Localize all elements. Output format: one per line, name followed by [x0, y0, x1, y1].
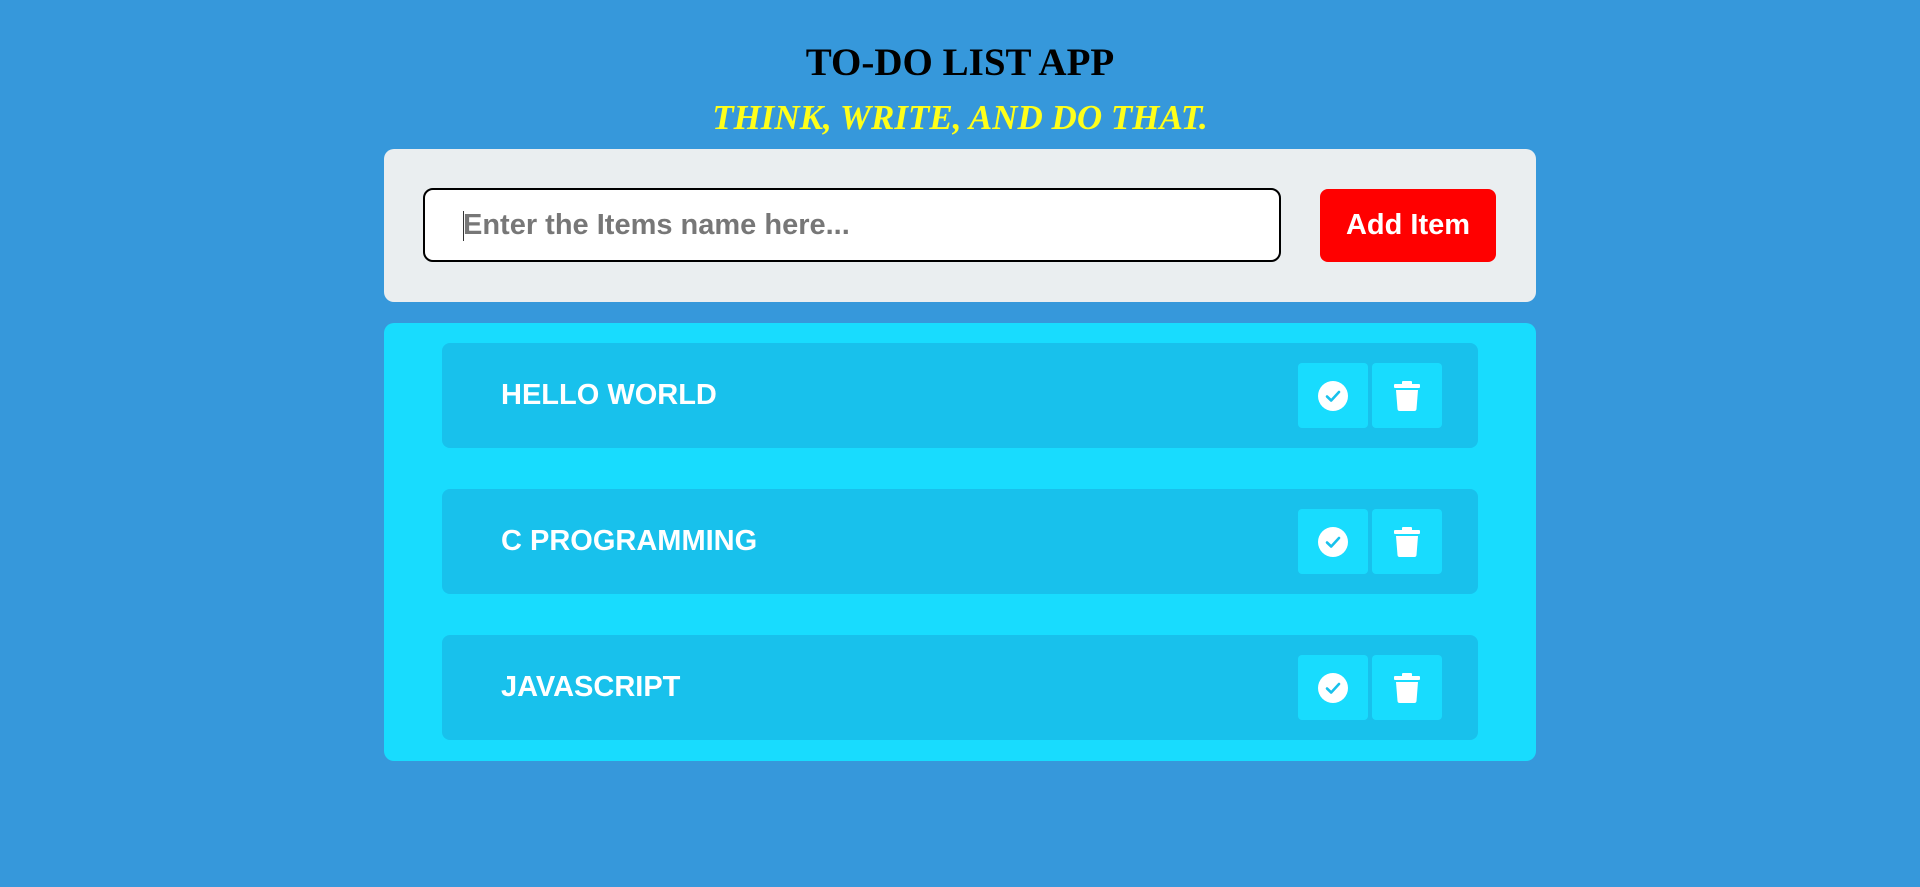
- trash-icon: [1394, 526, 1420, 557]
- delete-button[interactable]: [1372, 509, 1442, 574]
- complete-button[interactable]: [1298, 363, 1368, 428]
- app-title: TO-DO LIST APP: [805, 41, 1115, 84]
- todo-item-text: C PROGRAMMING: [501, 525, 758, 557]
- item-name-input[interactable]: [423, 188, 1281, 262]
- todo-item-text: HELLO WORLD: [501, 379, 717, 411]
- todo-item: HELLO WORLD: [442, 343, 1478, 448]
- input-card: Add Item: [384, 149, 1536, 302]
- todo-list: HELLO WORLD C PROGRAMMING JAVASCRIPT: [384, 323, 1536, 761]
- trash-icon: [1394, 380, 1420, 411]
- todo-item: JAVASCRIPT: [442, 635, 1478, 740]
- app-subtitle: THINK, WRITE, AND DO THAT.: [712, 98, 1208, 137]
- complete-button[interactable]: [1298, 655, 1368, 720]
- check-circle-icon: [1318, 672, 1348, 703]
- todo-item: C PROGRAMMING: [442, 489, 1478, 594]
- trash-icon: [1394, 672, 1420, 703]
- complete-button[interactable]: [1298, 509, 1368, 574]
- delete-button[interactable]: [1372, 655, 1442, 720]
- check-circle-icon: [1318, 380, 1348, 411]
- text-caret: [463, 211, 464, 241]
- todo-item-text: JAVASCRIPT: [501, 671, 681, 703]
- add-item-button[interactable]: Add Item: [1320, 189, 1496, 262]
- delete-button[interactable]: [1372, 363, 1442, 428]
- check-circle-icon: [1318, 526, 1348, 557]
